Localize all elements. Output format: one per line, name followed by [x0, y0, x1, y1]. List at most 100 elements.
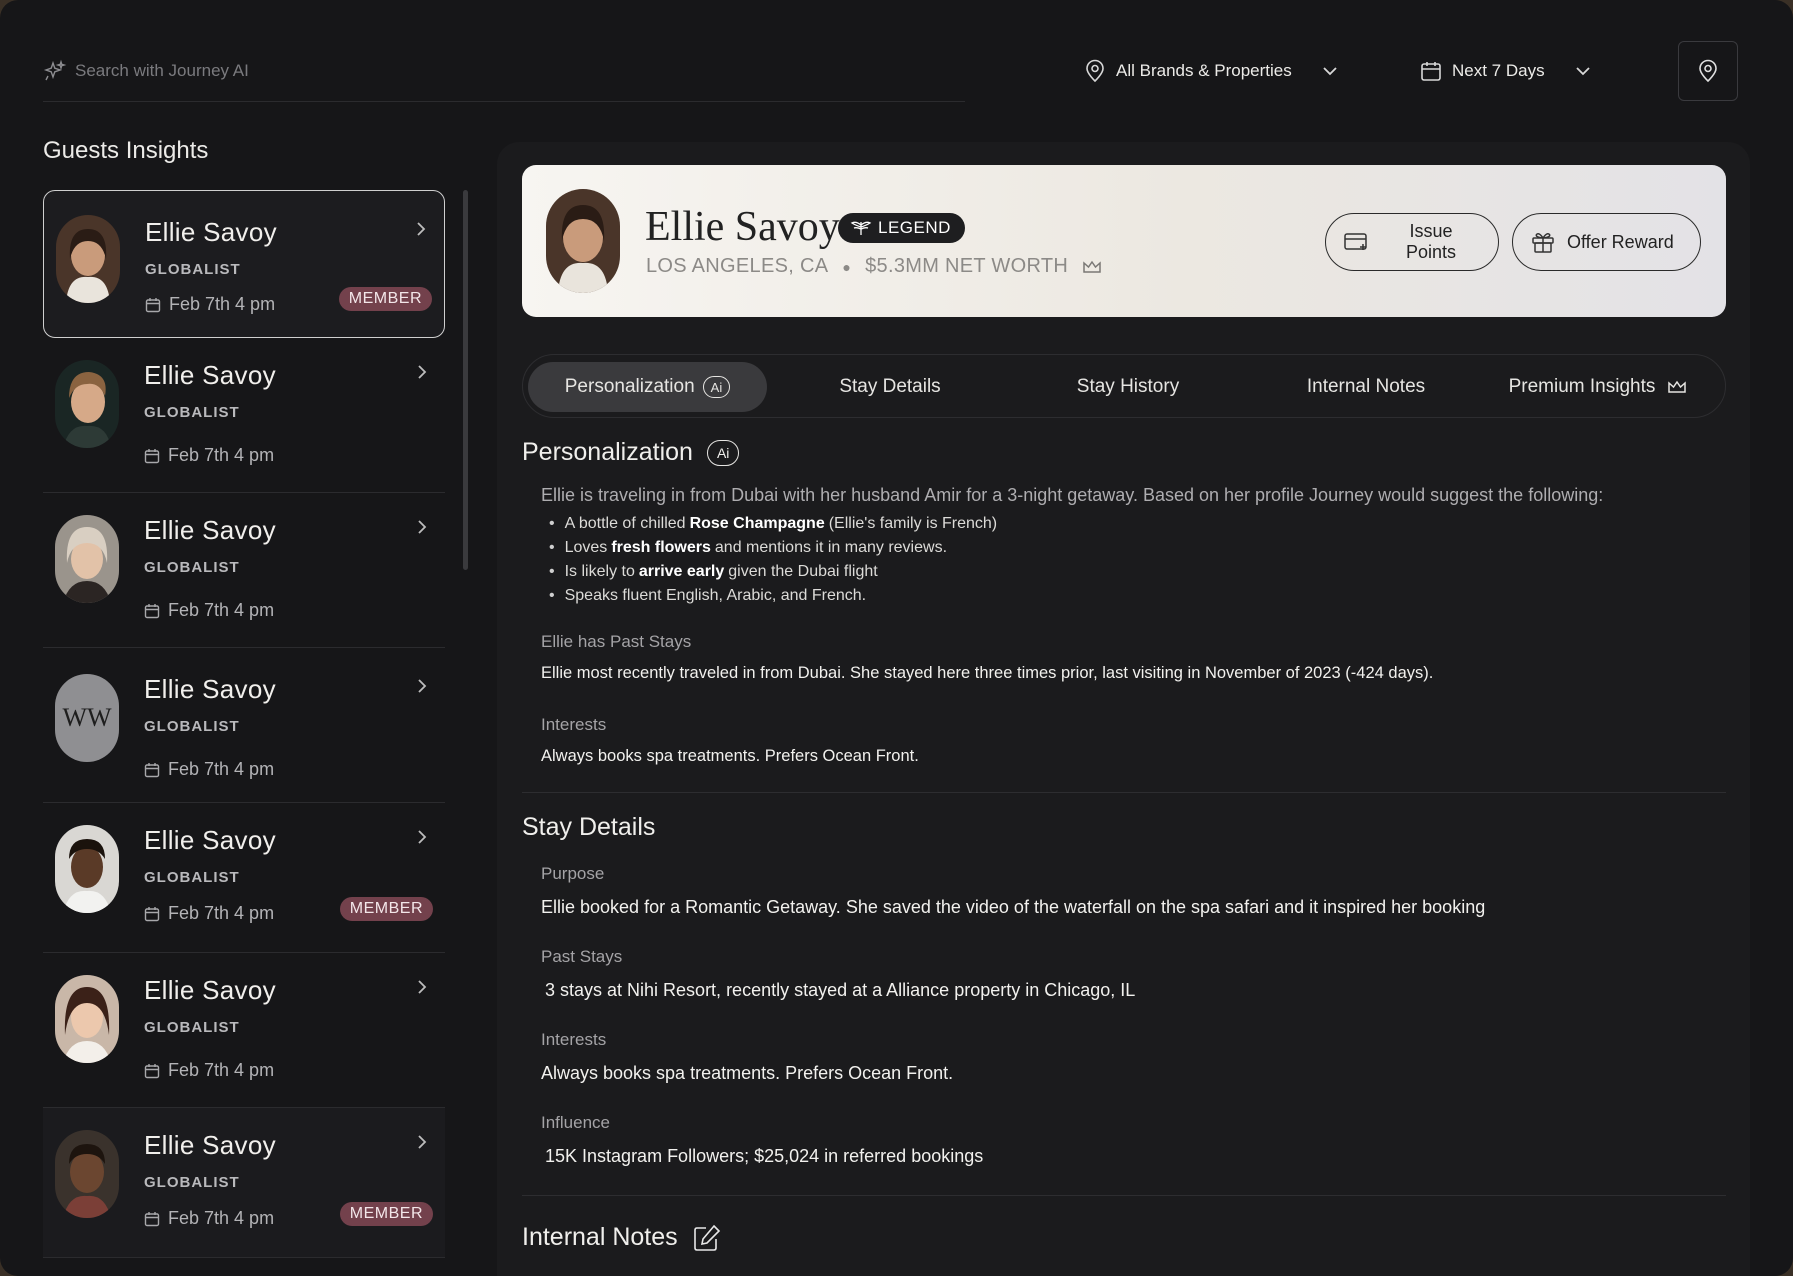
guest-card[interactable]: Ellie Savoy GLOBALIST Feb 7th 4 pm MEMBE…	[43, 190, 445, 338]
influence-text: 15K Instagram Followers; $25,024 in refe…	[545, 1146, 984, 1166]
sparkle-icon	[43, 59, 67, 83]
chevron-right-icon[interactable]	[417, 364, 427, 380]
avatar	[55, 975, 119, 1063]
profile-location: LOS ANGELES, CA	[646, 255, 829, 277]
offer-reward-button[interactable]: Offer Reward	[1512, 213, 1701, 271]
past-stays-text: Ellie most recently traveled in from Dub…	[541, 664, 1434, 682]
guest-tier: GLOBALIST	[144, 404, 240, 421]
calendar-icon	[144, 603, 160, 618]
guest-list: Ellie Savoy GLOBALIST Feb 7th 4 pm MEMBE…	[43, 190, 445, 1276]
guest-tier: GLOBALIST	[144, 718, 240, 735]
past-stays-text: 3 stays at Nihi Resort, recently stayed …	[545, 980, 1136, 1000]
chevron-right-icon[interactable]	[417, 979, 427, 995]
chevron-right-icon[interactable]	[417, 829, 427, 845]
tab-premium-insights-label: Premium Insights	[1508, 376, 1656, 397]
calendar-icon	[144, 762, 160, 777]
avatar	[55, 360, 119, 448]
guests-insights-title: Guests Insights	[43, 137, 209, 164]
member-badge: MEMBER	[338, 287, 432, 311]
suggestion-text: Speaks fluent English, Arabic, and Frenc…	[564, 587, 867, 604]
chevron-right-icon[interactable]	[416, 221, 426, 237]
guest-card[interactable]: Ellie Savoy GLOBALIST Feb 7th 4 pm MEMBE…	[43, 803, 445, 953]
date-range-label: Next 7 Days	[1452, 61, 1545, 80]
profile-meta: LOS ANGELES, CA ● $5.3MM NET WORTH	[646, 255, 1102, 278]
purpose-label: Purpose	[541, 864, 605, 883]
guest-name: Ellie Savoy	[144, 515, 276, 545]
past-stays-label: Past Stays	[541, 947, 623, 966]
guest-tier: GLOBALIST	[145, 261, 241, 278]
tab-premium-insights[interactable]: Premium Insights	[1483, 362, 1713, 412]
calendar-icon	[144, 906, 160, 921]
guest-card[interactable]: Ellie Savoy GLOBALIST Feb 7th 4 pm	[43, 953, 445, 1108]
guest-tier: GLOBALIST	[144, 869, 240, 886]
suggestion-text: Is likely to	[564, 563, 635, 580]
chevron-right-icon[interactable]	[417, 1134, 427, 1150]
map-pin-icon	[1699, 59, 1717, 83]
suggestion-item: Is likely toarrive earlygiven the Dubai …	[541, 560, 997, 584]
past-stays-label: Ellie has Past Stays	[541, 632, 692, 651]
tab-stay-details[interactable]: Stay Details	[785, 362, 995, 412]
separator-dot: ●	[842, 258, 852, 275]
date-range-dropdown[interactable]: Next 7 Days	[1420, 52, 1591, 90]
guest-tier: GLOBALIST	[144, 1174, 240, 1191]
guest-arrival: Feb 7th 4 pm	[144, 903, 274, 924]
guest-tier: GLOBALIST	[144, 559, 240, 576]
guest-card[interactable]: Ellie Savoy GLOBALIST Feb 7th 4 pm	[43, 493, 445, 648]
tab-personalization-label: Personalization	[564, 376, 695, 397]
guest-name: Ellie Savoy	[144, 825, 276, 855]
internal-notes-heading: Internal Notes	[522, 1223, 722, 1252]
guest-tier: GLOBALIST	[144, 1019, 240, 1036]
chevron-right-icon[interactable]	[417, 519, 427, 535]
member-badge: MEMBER	[339, 897, 433, 921]
suggestion-highlight: arrive early	[638, 563, 725, 580]
internal-notes-title: Internal Notes	[522, 1223, 678, 1251]
suggestion-highlight: fresh flowers	[611, 539, 711, 556]
calendar-icon	[144, 1211, 160, 1226]
suggestion-item: A bottle of chilledRose Champagne(Ellie'…	[541, 512, 998, 536]
ai-badge: Ai	[702, 376, 731, 398]
avatar-initials: WW	[62, 703, 112, 732]
guest-card[interactable]: Ellie Savoy GLOBALIST Feb 7th 4 pm	[43, 338, 445, 493]
section-divider	[522, 792, 1726, 793]
search-bar[interactable]	[43, 40, 965, 102]
edit-icon[interactable]	[692, 1224, 722, 1252]
location-button[interactable]	[1678, 41, 1738, 101]
tab-stay-history[interactable]: Stay History	[1023, 362, 1233, 412]
profile-net-worth: $5.3MM NET WORTH	[865, 255, 1069, 277]
search-input[interactable]	[75, 60, 675, 81]
guest-arrival-date: Feb 7th 4 pm	[168, 903, 275, 923]
legend-badge-label: LEGEND	[878, 218, 951, 237]
avatar	[55, 825, 119, 913]
guest-name: Ellie Savoy	[144, 1130, 276, 1160]
card-add-icon	[1344, 233, 1367, 250]
tab-personalization[interactable]: Personalization Ai	[528, 362, 767, 412]
profile-avatar	[546, 189, 620, 293]
brands-filter-dropdown[interactable]: All Brands & Properties	[1084, 52, 1338, 90]
gift-icon	[1532, 233, 1554, 253]
chevron-right-icon[interactable]	[417, 678, 427, 694]
guest-name: Ellie Savoy	[144, 360, 276, 390]
interests-text: Always books spa treatments. Prefers Oce…	[541, 1063, 954, 1083]
suggestion-item: Speaks fluent English, Arabic, and Frenc…	[541, 584, 997, 608]
tab-internal-notes[interactable]: Internal Notes	[1261, 362, 1471, 412]
guest-arrival-date: Feb 7th 4 pm	[168, 759, 275, 779]
guest-list-scrollbar[interactable]	[463, 190, 468, 570]
suggestion-text: and mentions it in many reviews.	[714, 539, 948, 556]
suggestion-item: Lovesfresh flowersand mentions it in man…	[541, 536, 997, 560]
calendar-icon	[1421, 62, 1441, 81]
issue-points-button[interactable]: Issue Points	[1325, 213, 1499, 271]
suggestion-highlight: Rose Champagne	[689, 515, 825, 532]
offer-reward-label: Offer Reward	[1567, 231, 1674, 252]
avatar: WW	[55, 674, 119, 762]
tab-stay-details-label: Stay Details	[839, 376, 941, 397]
purpose-text: Ellie booked for a Romantic Getaway. She…	[541, 897, 1486, 917]
guest-name: Ellie Savoy	[144, 975, 276, 1005]
personalization-heading: Personalization Ai	[522, 438, 740, 467]
brands-filter-label: All Brands & Properties	[1116, 61, 1292, 80]
guest-card[interactable]: Ellie Savoy GLOBALIST Feb 7th 4 pm MEMBE…	[43, 1108, 445, 1258]
profile-name: Ellie Savoy	[645, 204, 840, 250]
calendar-icon	[145, 297, 161, 312]
chevron-down-icon	[1323, 67, 1337, 76]
guest-arrival-date: Feb 7th 4 pm	[168, 1060, 275, 1080]
guest-card[interactable]: WW Ellie Savoy GLOBALIST Feb 7th 4 pm	[43, 648, 445, 803]
